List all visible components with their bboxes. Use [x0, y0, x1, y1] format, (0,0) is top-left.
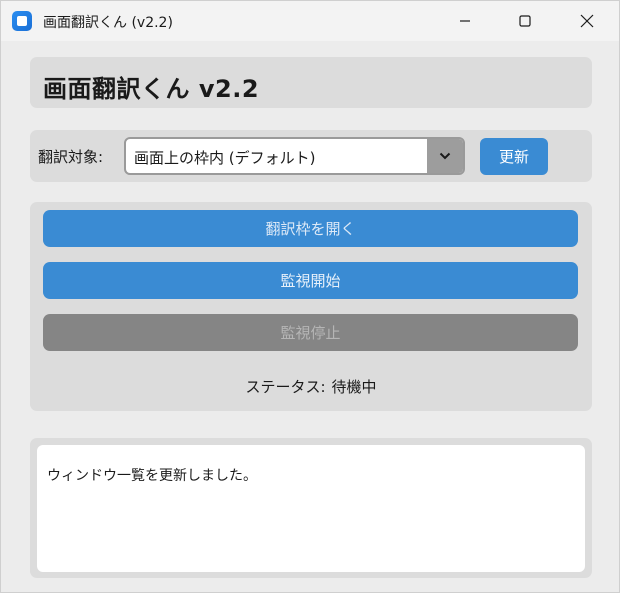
maximize-icon	[519, 15, 531, 27]
close-button[interactable]	[564, 1, 610, 41]
minimize-button[interactable]	[442, 1, 488, 41]
refresh-button[interactable]: 更新	[480, 138, 548, 175]
target-select-value: 画面上の枠内 (デフォルト)	[134, 149, 316, 167]
title-bar[interactable]: 画面翻訳くん (v2.2)	[1, 1, 619, 41]
app-window: 画面翻訳くん (v2.2) 画面翻訳くん v2.2 翻訳対象: 画面上の枠内 (…	[0, 0, 620, 593]
status-label: ステータス:	[245, 378, 326, 396]
actions-panel: 翻訳枠を開く 監視開始 監視停止 ステータス: 待機中	[30, 202, 592, 411]
minimize-icon	[460, 20, 470, 22]
target-label: 翻訳対象:	[38, 148, 104, 166]
status-line: ステータス: 待機中	[30, 376, 592, 397]
stop-monitoring-button[interactable]: 監視停止	[43, 314, 578, 351]
open-frame-button[interactable]: 翻訳枠を開く	[43, 210, 578, 247]
window-title: 画面翻訳くん (v2.2)	[43, 15, 173, 31]
log-panel: ウィンドウ一覧を更新しました。	[30, 438, 592, 578]
app-icon	[12, 11, 32, 31]
dropdown-button[interactable]	[427, 139, 463, 173]
start-monitoring-button[interactable]: 監視開始	[43, 262, 578, 299]
close-icon	[580, 14, 594, 28]
maximize-button[interactable]	[502, 1, 548, 41]
target-select[interactable]: 画面上の枠内 (デフォルト)	[124, 137, 465, 175]
chevron-down-icon	[439, 152, 451, 160]
target-panel: 翻訳対象: 画面上の枠内 (デフォルト) 更新	[30, 130, 592, 182]
status-value: 待機中	[331, 378, 377, 396]
page-title: 画面翻訳くん v2.2	[43, 75, 260, 103]
log-message: ウィンドウ一覧を更新しました。	[47, 468, 257, 484]
header-panel: 画面翻訳くん v2.2	[30, 57, 592, 108]
log-textbox[interactable]: ウィンドウ一覧を更新しました。	[37, 445, 585, 572]
